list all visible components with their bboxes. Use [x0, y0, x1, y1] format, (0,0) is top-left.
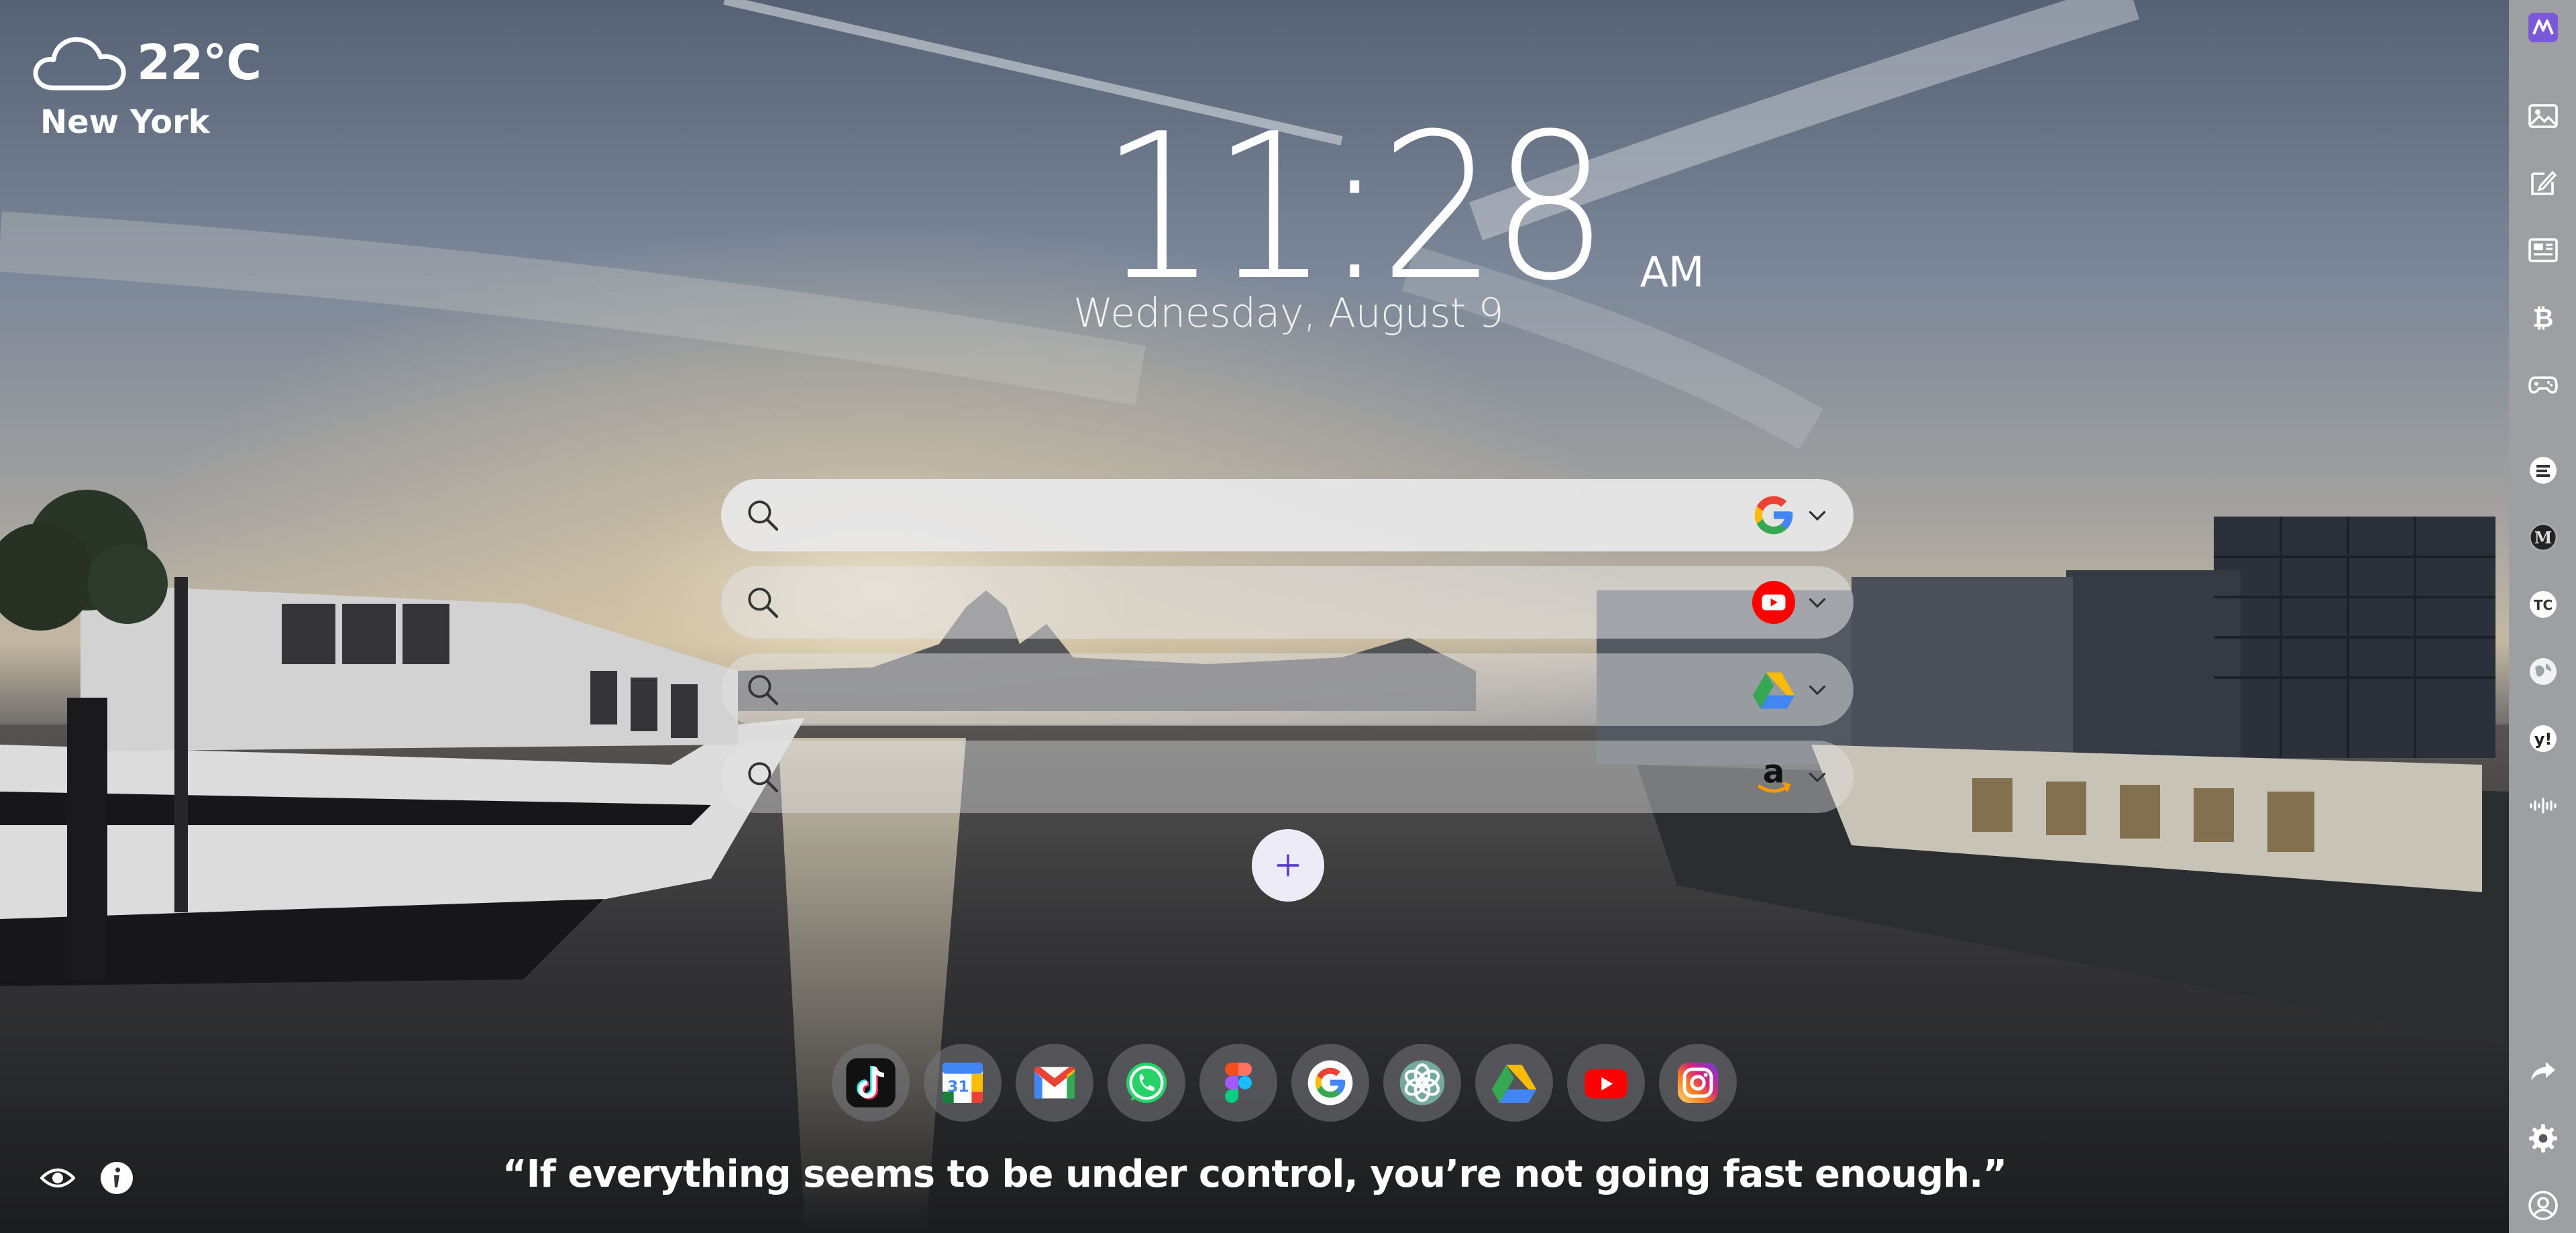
google-icon: [1307, 1060, 1353, 1106]
google-drive-icon[interactable]: [1750, 666, 1797, 713]
eye-icon[interactable]: [39, 1165, 76, 1191]
chevron-down-icon[interactable]: [1805, 765, 1829, 789]
app-dock: 31: [832, 1044, 1737, 1122]
news-icon: [2528, 238, 2558, 262]
calendar-day-label: 31: [947, 1077, 969, 1095]
search-icon: [748, 675, 779, 706]
weather-temperature: 22°C: [137, 34, 262, 91]
search-bar-youtube[interactable]: [721, 566, 1854, 639]
globe-icon: [2530, 658, 2557, 685]
tiktok-icon: [846, 1058, 896, 1108]
settings-button[interactable]: [2526, 1122, 2560, 1155]
chevron-down-icon[interactable]: [1805, 503, 1829, 527]
svg-text:M: M: [2534, 528, 2553, 547]
clock-meridiem: AM: [1640, 248, 1705, 297]
search-input-google[interactable]: [802, 478, 1750, 552]
source-engadget[interactable]: [2526, 453, 2560, 487]
gmail-icon: [1034, 1067, 1075, 1099]
settings-icon: [2529, 1124, 2557, 1152]
source-medium[interactable]: M: [2526, 521, 2560, 554]
instagram-icon: [1678, 1063, 1718, 1103]
cloud-icon: [33, 37, 126, 91]
share-icon: [2531, 1062, 2555, 1081]
games-button[interactable]: [2526, 368, 2560, 401]
plus-icon: [1277, 854, 1299, 877]
source-audio[interactable]: [2526, 789, 2560, 822]
weather-city: New York: [40, 103, 210, 141]
new-tab-page: 22°C New York 11:28 AM Wednesday, August…: [0, 0, 2576, 1233]
audio-wave-icon: [2530, 798, 2557, 814]
techcrunch-label: TC: [2534, 597, 2553, 613]
search-input-amazon[interactable]: [802, 740, 1750, 814]
chevron-down-icon[interactable]: [1805, 678, 1829, 702]
logo-icon: [2528, 13, 2558, 42]
search-bar-google[interactable]: [721, 478, 1854, 552]
dock-app-youtube[interactable]: [1567, 1044, 1645, 1122]
clock-date: Wednesday, August 9: [1073, 290, 1504, 337]
chevron-down-icon[interactable]: [1805, 590, 1829, 614]
news-button[interactable]: [2526, 233, 2560, 267]
google-drive-icon: [1491, 1065, 1537, 1103]
search-bar-google-drive[interactable]: [721, 653, 1854, 727]
source-techcrunch[interactable]: TC: [2526, 588, 2560, 621]
svg-text:a: a: [1763, 754, 1785, 791]
dock-app-chatgpt[interactable]: [1383, 1044, 1461, 1122]
engadget-icon: [2530, 457, 2557, 484]
chatgpt-icon: [1399, 1060, 1445, 1106]
crypto-button[interactable]: ₿: [2526, 301, 2560, 334]
notes-button[interactable]: [2526, 166, 2560, 200]
svg-text:₿: ₿: [2533, 303, 2554, 333]
yahoo-label: y!: [2534, 730, 2553, 749]
share-button[interactable]: [2526, 1055, 2560, 1088]
search-icon: [748, 762, 779, 793]
dock-app-figma[interactable]: [1199, 1044, 1277, 1122]
google-calendar-icon: 31: [943, 1063, 983, 1103]
dock-app-google-calendar[interactable]: 31: [924, 1044, 1002, 1122]
techcrunch-icon: TC: [2530, 591, 2557, 618]
yahoo-icon: y!: [2530, 725, 2557, 752]
info-icon[interactable]: [99, 1161, 134, 1195]
dock-app-tiktok[interactable]: [832, 1044, 910, 1122]
search-input-google-drive[interactable]: [802, 653, 1750, 727]
search-input-youtube[interactable]: [802, 566, 1750, 639]
youtube-icon: [1585, 1069, 1627, 1099]
wallpaper-button[interactable]: [2526, 99, 2560, 133]
weather-widget[interactable]: 22°C New York: [30, 27, 262, 141]
dock-app-google-drive[interactable]: [1475, 1044, 1553, 1122]
dock-app-gmail[interactable]: [1016, 1044, 1093, 1122]
quote-text: “If everything seems to be under control…: [502, 1152, 2007, 1196]
app-logo-button[interactable]: [2526, 11, 2560, 44]
source-globe[interactable]: [2526, 655, 2560, 688]
gamepad-icon: [2528, 376, 2558, 394]
profile-button[interactable]: [2526, 1189, 2560, 1222]
google-icon[interactable]: [1750, 492, 1797, 539]
clock-time: 11:28: [1100, 91, 1609, 325]
bitcoin-icon: ₿: [2533, 303, 2554, 333]
amazon-icon[interactable]: a: [1750, 753, 1797, 800]
add-search-button[interactable]: [1252, 829, 1324, 902]
dock-app-whatsapp[interactable]: [1108, 1044, 1185, 1122]
figma-icon: [1225, 1063, 1252, 1103]
medium-icon: M: [2528, 523, 2558, 552]
source-yahoo[interactable]: y!: [2526, 722, 2560, 755]
search-bar-amazon[interactable]: a: [721, 740, 1854, 814]
clock: 11:28 AM: [1100, 107, 1704, 309]
search-icon: [748, 588, 779, 619]
search-icon: [748, 500, 779, 531]
whatsapp-icon: [1126, 1063, 1167, 1103]
right-sidebar: ₿ M TC y!: [2509, 0, 2576, 1233]
dock-app-google[interactable]: [1291, 1044, 1369, 1122]
user-icon: [2528, 1191, 2558, 1220]
dock-app-instagram[interactable]: [1659, 1044, 1737, 1122]
image-icon: [2528, 104, 2558, 128]
youtube-icon[interactable]: [1750, 579, 1797, 626]
edit-icon: [2531, 170, 2557, 195]
